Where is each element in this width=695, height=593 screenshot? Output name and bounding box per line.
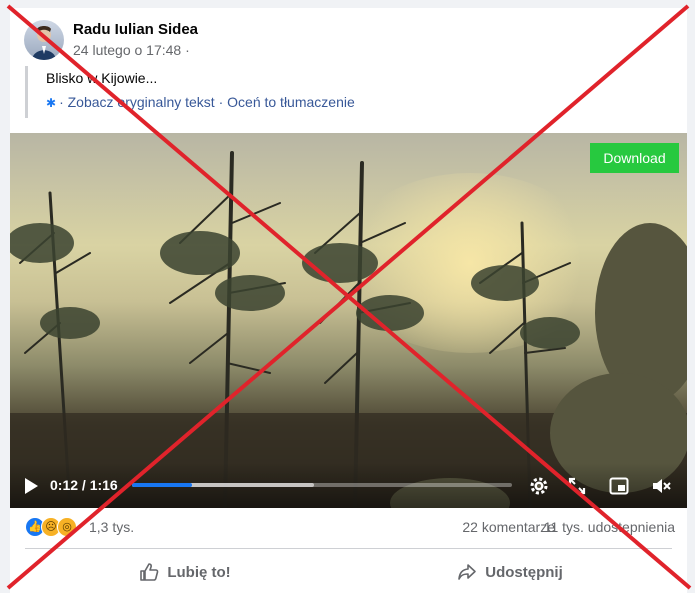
translation-separator: · (214, 94, 228, 110)
see-original-link[interactable]: · Zobacz oryginalny tekst (59, 94, 215, 110)
like-label: Lubię to! (167, 563, 231, 581)
post-body: Blisko w Kijowie... ✱ · Zobacz oryginalny… (25, 66, 645, 118)
wow-reaction-icon: ◎ (57, 517, 77, 537)
reaction-count[interactable]: 1,3 tys. (89, 519, 134, 535)
facebook-post: Radu Iulian Sidea 24 lutego o 17:48 · Bl… (10, 8, 687, 593)
video-played (132, 483, 193, 487)
video-player[interactable]: Download 0:12 / 1:16 (10, 133, 687, 508)
post-actions: Lubię to! Udostępnij (25, 554, 672, 590)
post-timestamp[interactable]: 24 lutego o 17:48 · (73, 42, 190, 58)
translation-bar: ✱ · Zobacz oryginalny tekst · Oceń to tłu… (46, 94, 355, 110)
video-progress-bar[interactable] (132, 483, 512, 487)
video-time: 0:12 / 1:16 (50, 477, 118, 493)
like-button[interactable]: Lubię to! (25, 554, 345, 590)
pip-icon[interactable] (608, 475, 630, 497)
reactions-summary[interactable]: 👍 ☹ ◎ (25, 517, 85, 537)
comments-count[interactable]: 22 komentarze (462, 519, 555, 535)
share-label: Udostępnij (485, 563, 563, 581)
settings-gear-icon[interactable] (528, 475, 550, 497)
thumbs-up-icon (140, 563, 159, 581)
mute-icon[interactable] (650, 475, 672, 497)
share-button[interactable]: Udostępnij (350, 554, 670, 590)
author-name[interactable]: Radu Iulian Sidea (73, 21, 198, 38)
rate-translation-link[interactable]: Oceń to tłumaczenie (227, 94, 355, 110)
share-arrow-icon (458, 564, 477, 580)
download-button[interactable]: Download (590, 143, 679, 173)
divider (25, 548, 672, 549)
video-controls: 0:12 / 1:16 (10, 463, 687, 508)
post-text: Blisko w Kijowie... (46, 70, 158, 86)
shares-count[interactable]: 11 tys. udostępnienia (544, 519, 675, 535)
post-stats: 👍 ☹ ◎ 1,3 tys. 22 komentarze 11 tys. udo… (25, 516, 675, 540)
gear-icon: ✱ (46, 96, 57, 110)
video-frame (10, 151, 687, 508)
fullscreen-icon[interactable] (566, 475, 588, 497)
post-header: Radu Iulian Sidea 24 lutego o 17:48 · (24, 20, 664, 68)
avatar[interactable] (24, 20, 64, 60)
play-icon[interactable] (23, 477, 39, 495)
